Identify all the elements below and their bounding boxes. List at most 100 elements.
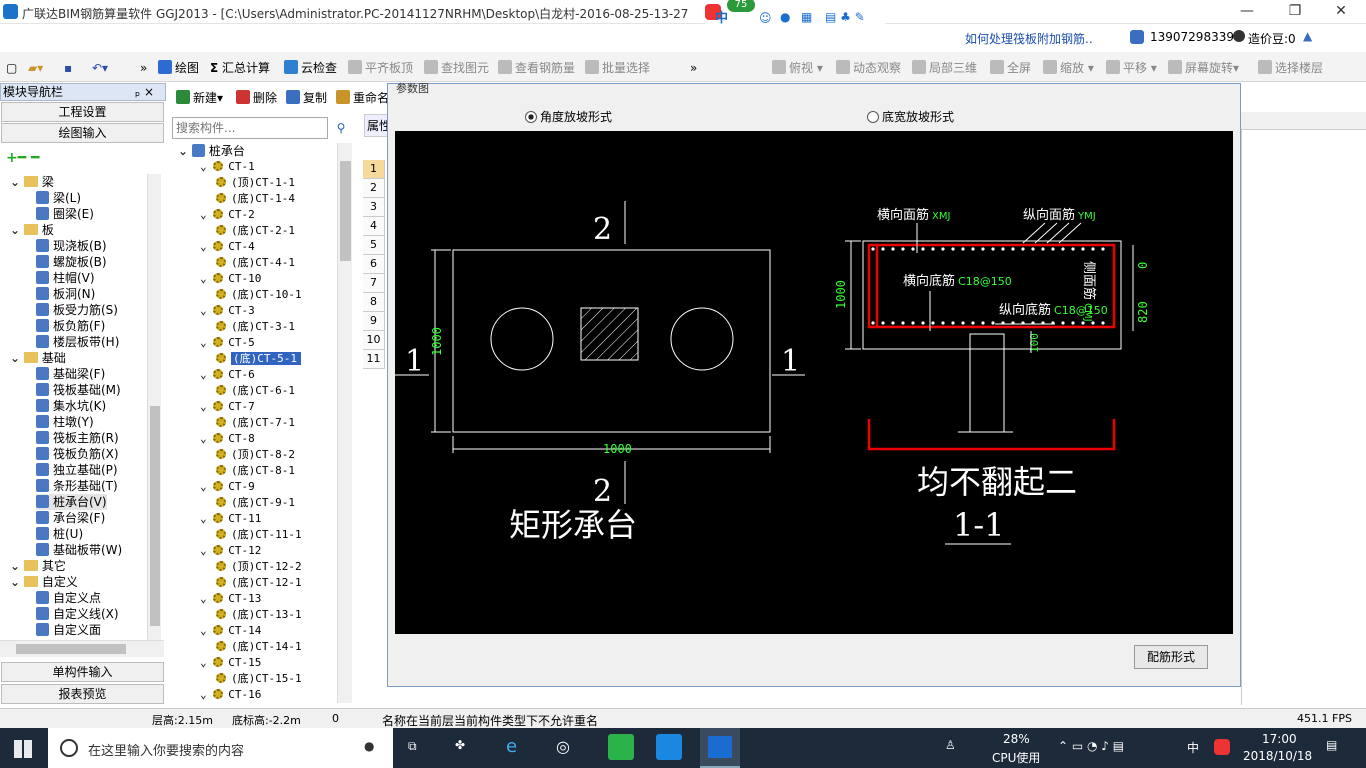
component-item[interactable]: (底)CT-2-1 bbox=[216, 223, 295, 239]
fan-app-icon[interactable]: ✤ bbox=[455, 738, 465, 752]
tray-icons[interactable]: ⌃ ▭ ◔ ♪ ▤ bbox=[1058, 739, 1124, 753]
component-item[interactable]: (底)CT-14-1 bbox=[216, 639, 302, 655]
local-3d-button[interactable]: 局部三维 bbox=[912, 58, 977, 78]
taskview-icon[interactable]: ⧉ bbox=[408, 739, 417, 754]
expand-icon[interactable]: ⌄ bbox=[200, 272, 213, 285]
bell-icon[interactable]: ▲ bbox=[1303, 29, 1312, 43]
component-item[interactable]: (顶)CT-1-1 bbox=[216, 175, 295, 191]
component-item[interactable]: (底)CT-9-1 bbox=[216, 495, 295, 511]
pan-button[interactable]: 平移 ▾ bbox=[1106, 58, 1157, 78]
module-tree-item[interactable]: 自定义面 bbox=[36, 622, 101, 638]
component-item[interactable]: (底)CT-7-1 bbox=[216, 415, 295, 431]
windows-start-icon[interactable] bbox=[14, 740, 32, 758]
expand-icon[interactable]: ⌄ bbox=[200, 656, 213, 669]
component-item[interactable]: (底)CT-13-1 bbox=[216, 607, 302, 623]
save-icon[interactable]: ▪ bbox=[64, 58, 72, 78]
find-button[interactable]: 查找图元 bbox=[424, 58, 489, 78]
new-file-icon[interactable]: ▢ bbox=[6, 58, 17, 78]
ie-icon[interactable]: e bbox=[506, 736, 517, 757]
component-group[interactable]: ⌄ CT-15 bbox=[200, 655, 261, 671]
module-tree-item[interactable]: 桩(U) bbox=[36, 526, 83, 542]
module-tree-item[interactable]: 螺旋板(B) bbox=[36, 254, 107, 270]
component-item[interactable]: (底)CT-10-1 bbox=[216, 287, 302, 303]
component-group[interactable]: ⌄ CT-10 bbox=[200, 271, 261, 287]
module-tree-item[interactable]: 集水坑(K) bbox=[36, 398, 106, 414]
component-group[interactable]: ⌄ CT-1 bbox=[200, 159, 255, 175]
app-spiral-icon[interactable]: ◎ bbox=[556, 737, 570, 756]
expand-icon[interactable]: ⌄ bbox=[200, 624, 213, 637]
module-tree-item[interactable]: 板负筋(F) bbox=[36, 318, 105, 334]
component-group[interactable]: ⌄ CT-4 bbox=[200, 239, 255, 255]
pin-close-icons[interactable]: ₚ × bbox=[135, 84, 154, 100]
component-item[interactable]: (底)CT-6-1 bbox=[216, 383, 295, 399]
expand-icon[interactable]: ⌄ bbox=[200, 336, 213, 349]
sum-button[interactable]: Σ 汇总计算 bbox=[210, 58, 270, 78]
module-tree-folder[interactable]: ⌄ 自定义 bbox=[10, 574, 78, 590]
module-tree-hscroll[interactable] bbox=[0, 640, 164, 657]
component-group[interactable]: ⌄ CT-13 bbox=[200, 591, 261, 607]
module-tree-item[interactable]: 承台梁(F) bbox=[36, 510, 105, 526]
radio-bottom-width-slope[interactable]: 底宽放坡形式 bbox=[867, 108, 954, 125]
component-group[interactable]: ⌄ CT-8 bbox=[200, 431, 255, 447]
module-tree-item[interactable]: 基础梁(F) bbox=[36, 366, 105, 382]
help-link[interactable]: 如何处理筏板附加钢筋.. bbox=[965, 30, 1093, 47]
module-tree-folder[interactable]: ⌄ 板 bbox=[10, 222, 54, 238]
dynamic-view-button[interactable]: 动态观察 bbox=[836, 58, 901, 78]
batch-select-button[interactable]: 批量选择 bbox=[585, 58, 650, 78]
expand-icon[interactable]: ⌄ bbox=[200, 400, 213, 413]
component-group[interactable]: ⌄ CT-2 bbox=[200, 207, 255, 223]
select-floor-button[interactable]: 选择楼层 bbox=[1258, 58, 1323, 78]
cloud-check-button[interactable]: 云检查 bbox=[284, 58, 337, 78]
component-group[interactable]: ⌄ CT-12 bbox=[200, 543, 261, 559]
expand-icon[interactable]: ⌄ bbox=[10, 175, 24, 189]
new-component-button[interactable]: 新建▾ bbox=[176, 88, 223, 108]
expand-icon[interactable]: ⌄ bbox=[10, 575, 24, 589]
fullscreen-button[interactable]: 全屏 bbox=[990, 58, 1031, 78]
notification-icon[interactable]: ▤ bbox=[1326, 738, 1337, 752]
search-icon[interactable]: ⚲ bbox=[330, 117, 352, 139]
module-tree-item[interactable]: 自定义线(X) bbox=[36, 606, 119, 622]
component-group[interactable]: ⌄ CT-7 bbox=[200, 399, 255, 415]
component-item[interactable]: (底)CT-3-1 bbox=[216, 319, 295, 335]
copy-component-button[interactable]: 复制 bbox=[286, 88, 327, 108]
module-tree-item[interactable]: 现浇板(B) bbox=[36, 238, 107, 254]
expand-icon[interactable]: ⌄ bbox=[200, 208, 213, 221]
expand-icon[interactable]: ⌄ bbox=[200, 544, 213, 557]
expand-collapse-icons[interactable]: +━ ━ bbox=[6, 150, 39, 166]
tray-ime[interactable]: 中 bbox=[1187, 739, 1199, 756]
component-group[interactable]: ⌄ CT-9 bbox=[200, 479, 255, 495]
minimize-button[interactable]: — bbox=[1224, 0, 1270, 24]
component-group[interactable]: ⌄ CT-16 bbox=[200, 687, 261, 703]
module-tree-item[interactable]: 板受力筋(S) bbox=[36, 302, 118, 318]
expand-icon[interactable]: ⌄ bbox=[200, 304, 213, 317]
component-group[interactable]: ⌄ CT-5 bbox=[200, 335, 255, 351]
undo-icon[interactable]: ↶▾ bbox=[92, 58, 108, 78]
module-tree-item[interactable]: 筏板负筋(X) bbox=[36, 446, 119, 462]
overflow-icon-2[interactable]: » bbox=[690, 58, 697, 78]
component-group[interactable]: ⌄ CT-6 bbox=[200, 367, 255, 383]
module-tree-item[interactable]: 板洞(N) bbox=[36, 286, 95, 302]
cost-bean[interactable]: 造价豆:0 bbox=[1248, 30, 1296, 47]
module-tree-scrollbar[interactable] bbox=[147, 174, 161, 640]
expand-icon[interactable]: ⌄ bbox=[10, 559, 24, 573]
network-people-icon[interactable]: ♙ bbox=[945, 738, 956, 752]
module-tree-item[interactable]: 梁(L) bbox=[36, 190, 81, 206]
expand-icon[interactable]: ⌄ bbox=[200, 368, 213, 381]
app-green-icon[interactable] bbox=[608, 734, 634, 760]
module-tree-folder[interactable]: ⌄ 其它 bbox=[10, 558, 66, 574]
ggj-app-icon[interactable] bbox=[700, 728, 740, 768]
overflow-icon[interactable]: » bbox=[140, 58, 147, 78]
tray-sogou-icon[interactable] bbox=[1214, 739, 1230, 755]
module-tree-item[interactable]: 筏板主筋(R) bbox=[36, 430, 119, 446]
ime-toolbar[interactable]: 75 中 ☺ ● ▦ ▤ ♣ ✎ bbox=[705, 0, 885, 26]
expand-icon[interactable]: ⌄ bbox=[200, 240, 213, 253]
module-tree-folder[interactable]: ⌄ 基础 bbox=[10, 350, 66, 366]
radio-angle-slope[interactable]: 角度放坡形式 bbox=[525, 108, 612, 125]
component-group[interactable]: ⌄ CT-14 bbox=[200, 623, 261, 639]
component-group[interactable]: ⌄ CT-3 bbox=[200, 303, 255, 319]
module-tree-item[interactable]: 条形基础(T) bbox=[36, 478, 118, 494]
module-tree-item[interactable]: 柱帽(V) bbox=[36, 270, 95, 286]
report-preview-button[interactable]: 报表预览 bbox=[1, 684, 164, 704]
project-settings-button[interactable]: 工程设置 bbox=[1, 102, 164, 122]
component-item[interactable]: (底)CT-11-1 bbox=[216, 527, 302, 543]
